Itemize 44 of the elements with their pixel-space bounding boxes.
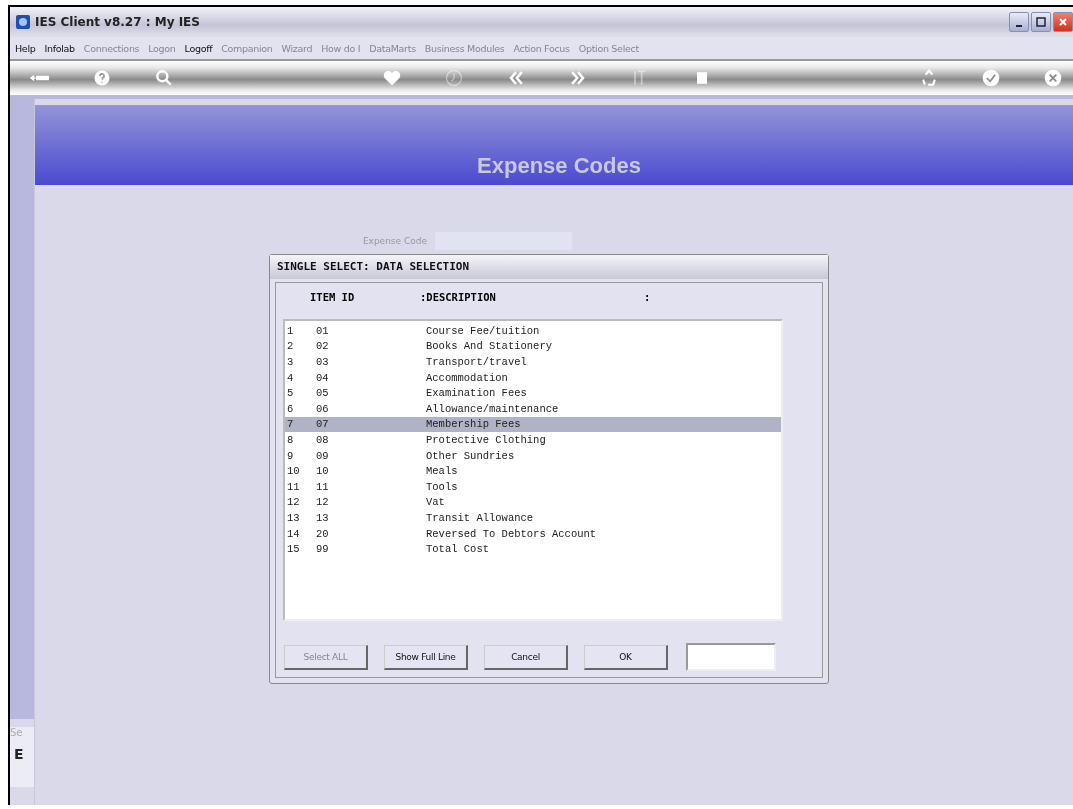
page-title: Expense Codes [477, 153, 641, 179]
list-row[interactable]: 5 05 Examination Fees [285, 385, 781, 401]
menu-item[interactable]: Logoff [184, 42, 213, 54]
list-row[interactable]: 7 07 Membership Fees [285, 416, 781, 433]
window-title: IES Client v8.27 : My IES [35, 15, 200, 29]
recycle-icon[interactable] [919, 68, 939, 88]
close-button[interactable] [1053, 12, 1073, 32]
column-header: : [644, 291, 651, 303]
list-row[interactable]: 15 99 Total Cost [285, 541, 781, 557]
list-row[interactable]: 8 08 Protective Clothing [285, 432, 781, 448]
list-row[interactable]: 14 20 Reversed To Debtors Account [285, 525, 781, 542]
check-icon[interactable] [981, 68, 1001, 88]
minimize-icon [1016, 25, 1022, 27]
close-icon[interactable] [1043, 68, 1063, 88]
list-row[interactable]: 1 01 Course Fee/tuition [285, 323, 781, 339]
dialog-title: SINGLE SELECT: DATA SELECTION [270, 255, 828, 279]
app-icon [16, 15, 30, 29]
dialog-button[interactable]: Cancel [484, 644, 568, 670]
list-row[interactable]: 11 11 Tools [285, 478, 781, 495]
field-label: Expense Code [361, 236, 427, 246]
list-row[interactable]: 12 12 Vat [285, 494, 781, 511]
close-icon [1058, 17, 1068, 27]
column-header: ITEM ID [310, 291, 356, 303]
maximize-icon [1036, 17, 1046, 27]
dialog-button[interactable]: OK [584, 644, 668, 670]
list-row[interactable]: 9 09 Other Sundries [285, 447, 781, 464]
dialog-button[interactable]: Show Full Line [384, 644, 468, 670]
list-row[interactable]: 13 13 Transit Allowance [285, 510, 781, 526]
maximize-button[interactable] [1031, 12, 1051, 32]
menu-item[interactable]: Infolab [44, 42, 75, 54]
heart-icon[interactable] [381, 68, 402, 88]
column-header: :DESCRIPTION [420, 291, 497, 303]
side-label: Se [10, 727, 24, 738]
search-icon[interactable] [154, 68, 174, 88]
input-field[interactable] [686, 643, 776, 671]
list-row[interactable]: 4 04 Accommodation [285, 369, 781, 386]
list-row[interactable]: 2 02 Books And Stationery [285, 338, 781, 355]
help-icon[interactable] [92, 68, 112, 88]
minimize-button[interactable] [1009, 12, 1029, 32]
side-letter: E [14, 746, 25, 762]
list-row[interactable]: 10 10 Meals [285, 463, 781, 479]
menu-item[interactable]: Help [15, 42, 36, 54]
list-row[interactable]: 6 06 Allowance/maintenance [285, 400, 781, 417]
list-row[interactable]: 3 03 Transport/travel [285, 354, 781, 370]
